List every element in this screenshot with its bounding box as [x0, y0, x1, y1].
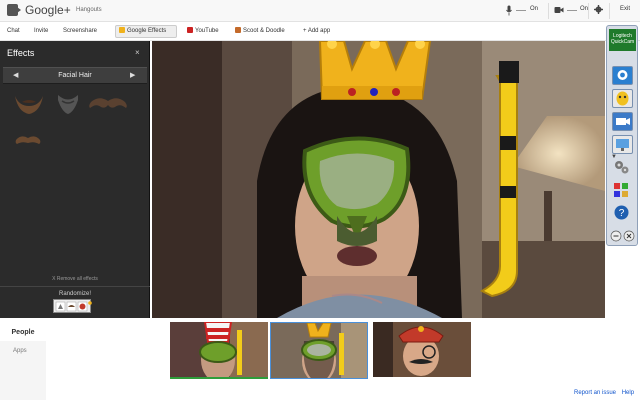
webcam-icon: [617, 70, 628, 80]
display-button[interactable]: [612, 135, 633, 154]
settings-button[interactable]: [612, 158, 633, 177]
divider: [588, 3, 589, 19]
category-selector: ◀ Facial Hair ▶: [3, 67, 147, 84]
tab-apps[interactable]: Apps: [13, 348, 27, 354]
tab-invite[interactable]: Invite: [31, 25, 51, 38]
tab-label: Scoot & Doodle: [243, 28, 285, 34]
hangouts-logo-icon: [7, 4, 21, 16]
tab-youtube[interactable]: YouTube: [184, 25, 222, 38]
participant-thumbnail[interactable]: [373, 322, 471, 379]
tab-scoot-doodle[interactable]: Scoot & Doodle: [232, 25, 288, 38]
randomize-label: Randomize!: [58, 291, 91, 297]
participant-video: [170, 322, 268, 377]
mask-icon: [616, 91, 629, 106]
camera-settings-button[interactable]: [612, 66, 633, 85]
footer-links: Report an issue Help: [574, 390, 634, 396]
goatee-effect-thumbnail[interactable]: [50, 92, 86, 116]
remove-all-effects-link[interactable]: X Remove all effects: [0, 276, 150, 282]
help-button[interactable]: ?: [612, 204, 633, 223]
beard-effect-thumbnail[interactable]: [11, 92, 47, 116]
participant-thumbnail[interactable]: [170, 322, 268, 379]
mic-status: On: [530, 6, 539, 12]
divider: [0, 286, 150, 287]
close-icon[interactable]: ×: [135, 48, 140, 57]
tab-label: Google Effects: [127, 28, 167, 34]
small-mustache-effect-thumbnail[interactable]: [13, 133, 43, 149]
quickcam-title-line2: QuickCam: [610, 39, 635, 45]
youtube-icon: [187, 27, 193, 33]
mustache-effect-thumbnail[interactable]: [87, 94, 129, 114]
exit-button[interactable]: Exit: [620, 6, 630, 12]
next-category-icon[interactable]: ▶: [130, 71, 135, 79]
camera-icon[interactable]: [554, 6, 564, 14]
effects-panel: Effects × ◀ Facial Hair ▶ X Remove all e…: [0, 41, 150, 318]
divider: [609, 3, 610, 19]
top-bar: Google+ Hangouts On On Exit: [0, 0, 640, 22]
video-effects-button[interactable]: [612, 112, 633, 131]
scoot-doodle-icon: [235, 27, 241, 33]
help-link[interactable]: Help: [622, 390, 634, 396]
participant-thumbnail-selected[interactable]: [270, 322, 368, 379]
main-video-feed: [152, 41, 605, 318]
quickcam-logo: Logitech QuickCam: [609, 29, 636, 51]
participant-video: [373, 322, 471, 377]
monitor-icon: [616, 139, 629, 151]
svg-text:?: ?: [619, 208, 625, 219]
tab-label: YouTube: [195, 28, 219, 34]
apps-button[interactable]: [612, 181, 633, 200]
help-icon: ?: [614, 205, 629, 220]
mic-volume-slider[interactable]: [516, 10, 526, 11]
app-grid-icon: [614, 183, 628, 197]
tab-add-app[interactable]: + Add app: [300, 25, 333, 38]
microphone-icon[interactable]: [506, 5, 512, 16]
tab-google-effects[interactable]: Google Effects: [115, 25, 177, 38]
brand-name: Google+: [25, 3, 71, 17]
gears-icon: [615, 161, 629, 174]
tab-screenshare[interactable]: Screenshare: [60, 25, 100, 38]
tab-people[interactable]: People: [0, 324, 46, 341]
cam-slider[interactable]: [567, 10, 577, 11]
quickcam-toolbar: Logitech QuickCam ▼ ?: [606, 25, 638, 246]
people-panel: People Apps: [0, 324, 46, 400]
category-label: Facial Hair: [58, 72, 92, 79]
panel-title: Effects: [7, 48, 35, 58]
video-icon: [616, 118, 630, 125]
divider: [548, 3, 549, 19]
report-issue-link[interactable]: Report an issue: [574, 390, 616, 396]
effects-icon: [119, 27, 125, 33]
random-effects-icon: [55, 301, 92, 312]
tab-chat[interactable]: Chat: [4, 25, 23, 38]
app-toolbar: Chat Invite Screenshare Google Effects Y…: [0, 22, 640, 41]
face-effects-button[interactable]: [612, 89, 633, 108]
cam-status: On: [580, 6, 589, 12]
randomize-button[interactable]: [53, 299, 92, 313]
window-controls: [610, 230, 635, 242]
participant-video: [271, 323, 367, 378]
gear-icon[interactable]: [594, 5, 603, 14]
main-video-image: [152, 41, 605, 318]
product-name: Hangouts: [76, 7, 102, 13]
